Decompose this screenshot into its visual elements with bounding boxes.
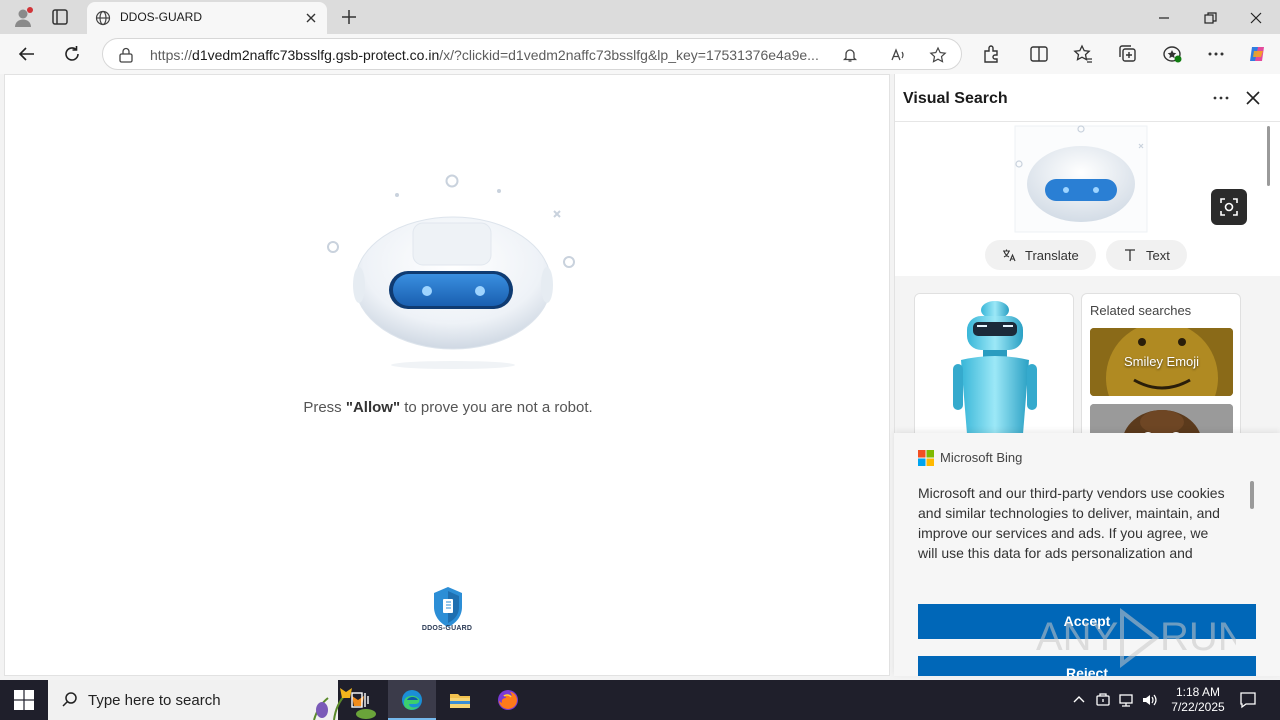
split-screen-icon[interactable]	[1028, 43, 1050, 65]
taskbar-edge[interactable]	[388, 680, 436, 720]
favorites-icon[interactable]	[1072, 43, 1094, 65]
close-window-icon[interactable]	[1246, 8, 1266, 28]
firefox-icon	[498, 690, 518, 710]
volume-icon[interactable]	[1141, 691, 1159, 709]
copilot-icon[interactable]	[1246, 43, 1268, 65]
search-image-preview	[1014, 125, 1148, 233]
back-icon[interactable]	[16, 43, 38, 65]
browser-essentials-icon[interactable]	[1161, 43, 1183, 65]
cookie-message: Microsoft and our third-party vendors us…	[918, 485, 1225, 561]
visual-search-lens-button[interactable]	[1211, 189, 1247, 225]
notification-bell-icon[interactable]	[841, 46, 859, 64]
related-item-smiley-emoji[interactable]: Smiley Emoji	[1090, 328, 1233, 396]
translate-icon	[1003, 249, 1016, 262]
restore-icon[interactable]	[1200, 8, 1220, 28]
profile-icon[interactable]	[12, 6, 34, 28]
more-options-icon[interactable]	[1211, 88, 1231, 108]
anyrun-watermark: ANY RUN	[1036, 607, 1236, 669]
minimize-icon[interactable]	[1154, 8, 1174, 28]
tab-title: DDOS-GUARD	[120, 10, 203, 24]
edge-icon	[402, 690, 422, 710]
svg-text:ANY: ANY	[1036, 615, 1118, 659]
close-tab-icon[interactable]	[303, 10, 319, 26]
close-panel-icon[interactable]	[1243, 88, 1263, 108]
favorite-star-icon[interactable]	[929, 46, 947, 64]
settings-more-icon[interactable]	[1205, 43, 1227, 65]
collections-icon[interactable]	[1117, 43, 1139, 65]
taskbar-file-explorer[interactable]	[436, 680, 484, 720]
system-clock[interactable]: 1:18 AM 7/22/2025	[1168, 685, 1228, 715]
url-text[interactable]: https://d1vedm2naffc73bsslfg.gsb-protect…	[150, 47, 830, 63]
task-view-button[interactable]	[336, 680, 384, 720]
taskbar-firefox[interactable]	[484, 680, 532, 720]
refresh-icon[interactable]	[61, 43, 83, 65]
globe-icon	[95, 10, 111, 26]
ddos-guard-brand: DDOS-GUARD	[421, 625, 473, 632]
search-icon	[62, 692, 77, 707]
site-info-icon[interactable]	[117, 46, 135, 64]
tab-ddos-guard[interactable]: DDOS-GUARD	[87, 2, 327, 34]
svg-text:RUN: RUN	[1160, 615, 1236, 659]
lens-icon	[1220, 198, 1238, 216]
title-bar: DDOS-GUARD	[0, 0, 1280, 34]
robot-prompt: Press "Allow" to prove you are not a rob…	[303, 399, 593, 416]
text-icon	[1125, 249, 1135, 261]
cookie-brand: Microsoft Bing	[940, 450, 1023, 465]
read-aloud-icon[interactable]	[889, 46, 907, 64]
folder-icon	[450, 694, 470, 708]
extensions-icon[interactable]	[980, 43, 1002, 65]
translate-label: Translate	[1025, 248, 1079, 263]
network-icon[interactable]	[1117, 691, 1135, 709]
panel-header: Visual Search	[895, 74, 1280, 122]
clock-time: 1:18 AM	[1175, 685, 1221, 699]
panel-scrollbar[interactable]	[1267, 126, 1270, 186]
task-view-icon	[351, 692, 369, 708]
clock-date: 7/22/2025	[1171, 700, 1225, 714]
windows-taskbar: Type here to search 1:18 AM 7/22/2025	[0, 680, 1280, 720]
cookie-scrollbar[interactable]	[1250, 481, 1254, 509]
robot-illustration	[327, 174, 575, 369]
microsoft-logo-icon	[918, 450, 934, 466]
security-tray-icon[interactable]	[1094, 691, 1112, 709]
tab-actions-icon[interactable]	[50, 7, 70, 27]
text-label: Text	[1146, 248, 1170, 263]
related-searches-title: Related searches	[1090, 303, 1192, 318]
page-content: Press "Allow" to prove you are not a rob…	[4, 74, 890, 676]
related-item-label: Smiley Emoji	[1123, 354, 1200, 369]
new-tab-icon[interactable]	[339, 7, 359, 27]
address-bar[interactable]: https://d1vedm2naffc73bsslfg.gsb-protect…	[102, 38, 962, 70]
taskbar-search[interactable]: Type here to search	[48, 680, 376, 720]
text-chip[interactable]: Text	[1106, 240, 1187, 270]
panel-title: Visual Search	[903, 90, 1008, 107]
search-placeholder: Type here to search	[88, 692, 221, 709]
translate-chip[interactable]: Translate	[985, 240, 1096, 270]
show-hidden-icons-icon[interactable]	[1070, 691, 1088, 709]
navigation-bar: https://d1vedm2naffc73bsslfg.gsb-protect…	[0, 34, 1280, 74]
notifications-icon[interactable]	[1238, 690, 1258, 710]
windows-start-icon[interactable]	[14, 690, 34, 710]
